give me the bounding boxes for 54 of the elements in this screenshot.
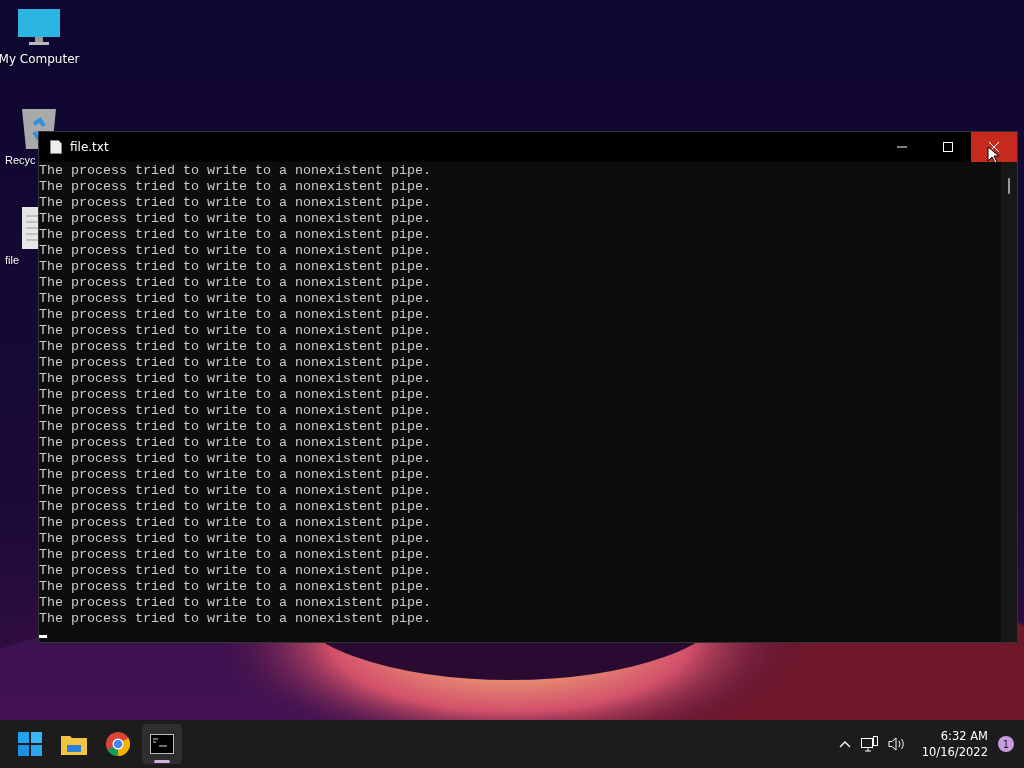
text-line: The process tried to write to a nonexistent pipe. [39,579,432,595]
network-icon[interactable] [860,736,878,752]
text-line: The process tried to write to a nonexistent pipe. [39,483,432,499]
text-line: The process tried to write to a nonexistent pipe. [39,259,432,275]
text-line: The process tried to write to a nonexistent pipe. [39,339,432,355]
mouse-pointer-icon [987,146,999,164]
chevron-up-icon[interactable] [838,740,851,748]
close-button[interactable] [971,132,1017,162]
terminal-icon [150,734,174,754]
scrollbar-thumb[interactable] [1008,178,1010,194]
text-line: The process tried to write to a nonexistent pipe. [39,515,432,531]
time-text: 6:32 AM [940,728,988,744]
text-line: The process tried to write to a nonexistent pipe. [39,355,432,371]
text-line: The process tried to write to a nonexistent pipe. [39,387,432,403]
text-line: The process tried to write to a nonexistent pipe. [39,243,432,259]
text-line: The process tried to write to a nonexistent pipe. [39,467,432,483]
text-line: The process tried to write to a nonexistent pipe. [39,611,432,627]
close-icon [989,142,999,152]
text-line: The process tried to write to a nonexistent pipe. [39,435,432,451]
text-line: The process tried to write to a nonexistent pipe. [39,227,432,243]
desktop-icon-label[interactable]: My Computer [0,52,80,66]
document-icon [22,206,38,250]
desktop-icon-label[interactable]: file [5,254,20,266]
text-line: The process tried to write to a nonexistent pipe. [39,179,432,195]
monitor-icon [17,8,61,48]
windows-logo-icon [18,732,42,756]
text-line: The process tried to write to a nonexistent pipe. [39,307,432,323]
text-line: The process tried to write to a nonexistent pipe. [39,323,432,339]
taskbar-app-button[interactable] [142,724,182,764]
browser-icon [106,732,130,756]
text-line: The process tried to write to a nonexistent pipe. [39,403,432,419]
window-title: file.txt [70,140,110,154]
text-line: The process tried to write to a nonexistent pipe. [39,419,432,435]
text-line: The process tried to write to a nonexistent pipe. [39,531,432,547]
text-line: The process tried to write to a nonexistent pipe. [39,275,432,291]
folder-icon [61,733,87,755]
maximize-icon [943,142,953,152]
text-line: The process tried to write to a nonexistent pipe. [39,371,432,387]
text-line: The process tried to write to a nonexistent pipe. [39,451,432,467]
speaker-icon[interactable] [887,737,906,751]
text-line: The process tried to write to a nonexistent pipe. [39,595,432,611]
text-line: The process tried to write to a nonexistent pipe. [39,291,432,307]
date-text: 10/16/2022 [921,744,988,760]
text-line: The process tried to write to a nonexistent pipe. [39,195,432,211]
text-line: The process tried to write to a nonexistent pipe. [39,547,432,563]
text-line: The process tried to write to a nonexistent pipe. [39,563,432,579]
text-cursor [39,635,47,638]
text-line: The process tried to write to a nonexistent pipe. [39,211,432,227]
text-line: The process tried to write to a nonexistent pipe. [39,499,432,515]
document-icon [50,140,62,154]
text-line: The process tried to write to a nonexistent pipe. [39,163,432,179]
notification-badge[interactable]: 1 [998,736,1014,752]
desktop-icon-label[interactable]: Recyc [5,154,36,166]
clock[interactable]: 6:32 AM 10/16/2022 [921,728,988,760]
